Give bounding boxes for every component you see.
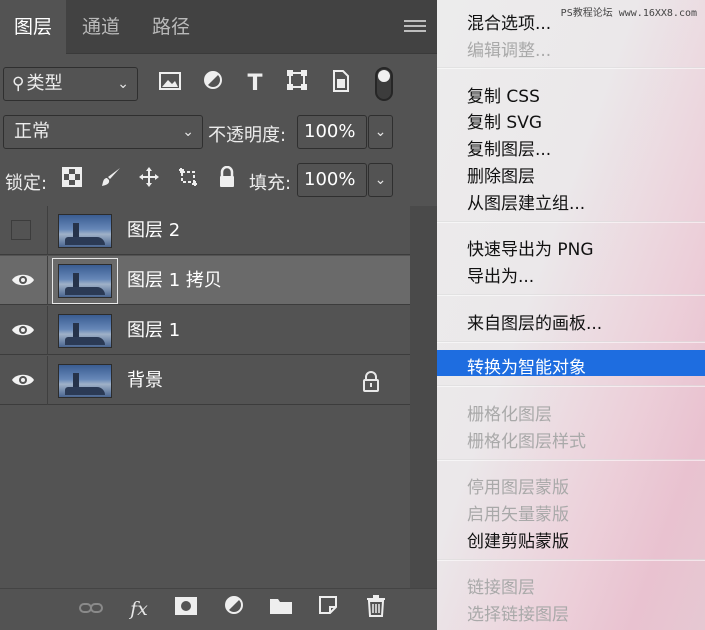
visibility-cell[interactable] — [0, 256, 48, 305]
new-layer-icon[interactable] — [314, 595, 342, 623]
layer-name[interactable]: 图层 2 — [127, 206, 180, 255]
lock-transparent-pixels-icon[interactable] — [58, 166, 86, 194]
menu-separator — [437, 294, 705, 296]
chevron-down-icon: ⌄ — [117, 76, 129, 92]
shape-filter-icon[interactable] — [282, 70, 312, 98]
menu-item-select-linked-layers[interactable]: 选择链接图层 — [467, 600, 569, 625]
menu-item-enable-vector-mask[interactable]: 启用矢量蒙版 — [467, 500, 569, 525]
new-group-folder-icon[interactable] — [267, 595, 295, 623]
layer-thumbnail — [58, 264, 112, 298]
panel-menu-icon[interactable] — [404, 20, 426, 36]
layer-row[interactable]: 背景 — [0, 356, 410, 405]
layers-panel: 图层 通道 路径 ⚲类型 ⌄ T 正常 ⌄ 不透明度: 100% ⌄ 锁定: — [0, 0, 437, 630]
lock-position-icon[interactable] — [135, 166, 163, 194]
menu-separator — [437, 559, 705, 561]
trash-icon[interactable] — [362, 595, 390, 623]
menu-item-link-layers[interactable]: 链接图层 — [467, 573, 535, 598]
visibility-off-box[interactable] — [11, 220, 31, 240]
layer-context-menu: PS教程论坛 www.16XX8.com 混合选项... 编辑调整... 复制 … — [437, 0, 705, 630]
layer-name[interactable]: 图层 1 拷贝 — [127, 256, 222, 305]
blend-mode-select[interactable]: 正常 ⌄ — [3, 115, 203, 149]
menu-item-rasterize-layer-style[interactable]: 栅格化图层样式 — [467, 427, 586, 452]
type-filter-icon[interactable]: T — [240, 70, 270, 98]
panel-tab-bar: 图层 通道 路径 — [0, 0, 437, 55]
menu-item-convert-to-smart-object[interactable]: 转换为智能对象 — [467, 353, 586, 378]
layer-row[interactable]: 图层 1 拷贝 — [0, 256, 410, 305]
layer-name[interactable]: 背景 — [127, 356, 163, 405]
layer-thumbnail — [58, 314, 112, 348]
tab-channels[interactable]: 通道 — [66, 0, 136, 54]
new-adjustment-layer-icon[interactable] — [220, 595, 248, 623]
visibility-cell[interactable] — [0, 356, 48, 405]
lock-artboard-icon[interactable] — [174, 166, 202, 194]
search-icon: ⚲ — [12, 74, 25, 94]
menu-separator — [437, 221, 705, 223]
layers-bottom-bar: fx — [0, 588, 437, 630]
lock-all-icon[interactable] — [213, 165, 241, 194]
layer-row[interactable]: 图层 2 — [0, 206, 410, 255]
eye-icon[interactable] — [11, 271, 35, 289]
layer-style-fx-icon[interactable]: fx — [125, 595, 153, 623]
image-filter-icon[interactable] — [155, 70, 185, 98]
layer-row[interactable]: 图层 1 — [0, 306, 410, 355]
adjustment-filter-icon[interactable] — [198, 70, 228, 98]
layer-thumbnail — [58, 214, 112, 248]
lock-image-pixels-icon[interactable] — [97, 166, 125, 194]
watermark-text: PS教程论坛 www.16XX8.com — [560, 8, 697, 19]
menu-item-quick-export-png[interactable]: 快速导出为 PNG — [467, 235, 594, 260]
lock-label: 锁定: — [5, 173, 48, 194]
blend-mode-value: 正常 — [14, 121, 50, 142]
menu-item-export-as[interactable]: 导出为... — [467, 262, 534, 287]
menu-item-disable-layer-mask[interactable]: 停用图层蒙版 — [467, 473, 569, 498]
smart-object-filter-icon[interactable] — [326, 70, 356, 98]
fill-field[interactable]: 100% — [297, 163, 367, 197]
tab-layers[interactable]: 图层 — [0, 0, 66, 55]
menu-item-duplicate-layer[interactable]: 复制图层... — [467, 135, 551, 160]
add-mask-icon[interactable] — [172, 595, 200, 623]
menu-item-artboard-from-layers[interactable]: 来自图层的画板... — [467, 309, 602, 334]
menu-item-edit-adjustment[interactable]: 编辑调整... — [467, 36, 551, 61]
opacity-dropdown-button[interactable]: ⌄ — [368, 115, 393, 149]
visibility-cell[interactable] — [0, 206, 48, 255]
eye-icon[interactable] — [11, 371, 35, 389]
filter-kind-label: 类型 — [26, 73, 63, 94]
menu-item-create-clipping-mask[interactable]: 创建剪贴蒙版 — [467, 527, 569, 552]
menu-separator — [437, 67, 705, 69]
menu-item-copy-css[interactable]: 复制 CSS — [467, 82, 540, 107]
layer-name[interactable]: 图层 1 — [127, 306, 180, 355]
lock-icon — [363, 371, 379, 392]
eye-icon[interactable] — [11, 321, 35, 339]
menu-separator — [437, 385, 705, 387]
scrollbar-track[interactable] — [410, 206, 437, 590]
menu-item-rasterize-layer[interactable]: 栅格化图层 — [467, 400, 552, 425]
link-layers-icon[interactable] — [77, 595, 105, 623]
opacity-field[interactable]: 100% — [297, 115, 367, 149]
menu-item-blending-options[interactable]: 混合选项... — [467, 9, 551, 34]
filter-kind-select[interactable]: ⚲ 类型 ⌄ — [3, 67, 138, 101]
fill-label: 填充: — [249, 173, 292, 194]
menu-separator — [437, 459, 705, 461]
layer-thumbnail — [58, 364, 112, 398]
menu-item-delete-layer[interactable]: 删除图层 — [467, 162, 535, 187]
layer-list: 图层 2 图层 1 拷贝 图层 1 背景 — [0, 206, 410, 411]
opacity-label: 不透明度: — [208, 125, 287, 146]
menu-item-group-from-layers[interactable]: 从图层建立组... — [467, 189, 585, 214]
menu-separator — [437, 341, 705, 343]
tab-paths[interactable]: 路径 — [136, 0, 206, 54]
chevron-down-icon: ⌄ — [182, 124, 194, 140]
visibility-cell[interactable] — [0, 306, 48, 355]
fill-dropdown-button[interactable]: ⌄ — [368, 163, 393, 197]
filter-toggle[interactable] — [375, 67, 393, 101]
menu-item-copy-svg[interactable]: 复制 SVG — [467, 108, 542, 133]
